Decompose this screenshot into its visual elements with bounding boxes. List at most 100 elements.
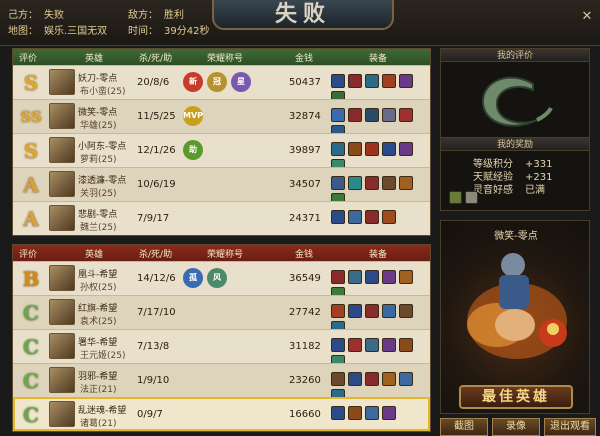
hero-avatar[interactable] [49, 69, 75, 95]
equipment-icon[interactable] [399, 74, 413, 88]
map-value: 娱乐.三国无双 [44, 26, 108, 37]
player-name: 羽邪-希望 [78, 372, 118, 382]
equipment-icon[interactable] [399, 338, 413, 352]
equipment-icon[interactable] [382, 304, 396, 318]
equipment-icon[interactable] [331, 108, 345, 122]
col-honor: 荣耀称号 [207, 250, 244, 260]
equipment-icon[interactable] [348, 176, 362, 190]
gold-value: 24371 [289, 213, 321, 224]
best-hero-title: 最佳英雄 [459, 385, 573, 409]
assist-honor-icon[interactable]: 助 [183, 140, 203, 160]
equipment-icon[interactable] [331, 406, 345, 420]
honor-titles: MVP [183, 106, 207, 128]
kda-value: 20/8/6 [137, 77, 170, 88]
equipment-icon[interactable] [331, 142, 345, 156]
player-row[interactable]: SS 微笑-零点 华雄(25) 11/5/25 MVP 32874 [13, 99, 430, 139]
equipment-icon[interactable] [365, 406, 379, 420]
equipment-icon[interactable] [348, 210, 362, 224]
equipment-icon[interactable] [348, 338, 362, 352]
equipment-icon[interactable] [382, 372, 396, 386]
mvp-icon[interactable]: MVP [183, 106, 203, 126]
equipment-icon[interactable] [348, 108, 362, 122]
equipment-icon[interactable] [382, 270, 396, 284]
equipment-icon[interactable] [365, 108, 379, 122]
equipment-icon[interactable] [348, 304, 362, 318]
equipment-icon[interactable] [365, 338, 379, 352]
equipment-icon[interactable] [365, 304, 379, 318]
equipment-icon[interactable] [348, 406, 362, 420]
player-row[interactable]: A 漆透濂-零点 关羽(25) 10/6/19 34507 [13, 167, 430, 207]
replay-button[interactable]: 录像 [492, 418, 540, 436]
player-row[interactable]: B 凰斗-希望 孙权(25) 14/12/6 孤风 36549 [13, 261, 430, 301]
hero-avatar[interactable] [49, 333, 75, 359]
equipment-icon[interactable] [399, 108, 413, 122]
player-row[interactable]: C 红旗-希望 袁术(25) 7/17/10 27742 [13, 295, 430, 335]
equipment-icon[interactable] [365, 74, 379, 88]
equipment-icon[interactable] [365, 176, 379, 190]
equipment-icon[interactable] [399, 372, 413, 386]
lone-honor-icon[interactable]: 孤 [183, 268, 203, 288]
equipment-icon[interactable] [399, 270, 413, 284]
equipment-icon[interactable] [365, 210, 379, 224]
result-header: 己方： 失败 敌方： 胜利 地图： 娱乐.三国无双 时间： 39分42秒 失败 ✕ [0, 0, 600, 46]
equipment-icon[interactable] [382, 406, 396, 420]
grade-badge: B [22, 267, 40, 291]
col-equip: 装备 [369, 250, 388, 260]
player-row[interactable]: A 悲剧-零点 魏兰(25) 7/9/17 24371 [13, 201, 430, 235]
player-row[interactable]: S 小阿东-零点 萝莉(25) 12/1/26 助 39897 [13, 133, 430, 173]
team-a-table: 评价 英雄 杀/死/助 荣耀称号 金钱 装备 S 妖刀-零点 布小蛮(25) 2… [12, 48, 431, 236]
equipment-icon[interactable] [399, 176, 413, 190]
hero-avatar[interactable] [49, 137, 75, 163]
star-honor-icon[interactable]: 星 [231, 72, 251, 92]
player-row[interactable]: C 署华-希望 王元姬(25) 7/13/8 31182 [13, 329, 430, 369]
player-row[interactable]: C 乱迷魂-希望 诸葛(21) 0/9/7 16660 [13, 397, 430, 431]
equipment-icon[interactable] [331, 304, 345, 318]
equipment-icon[interactable] [331, 176, 345, 190]
equipment-icon[interactable] [348, 372, 362, 386]
hero-avatar[interactable] [49, 205, 75, 231]
equipment-icon[interactable] [348, 270, 362, 284]
hero-name: 布小蛮(25) [80, 87, 126, 97]
hero-avatar[interactable] [49, 103, 75, 129]
player-row[interactable]: C 羽邪-希望 法正(21) 1/9/10 23260 [13, 363, 430, 403]
equipment-icon[interactable] [331, 74, 345, 88]
grade-badge: C [23, 301, 39, 325]
equipment-icon[interactable] [365, 372, 379, 386]
equipment-icon[interactable] [348, 74, 362, 88]
equipment-icon[interactable] [382, 74, 396, 88]
equipment-icon[interactable] [399, 304, 413, 318]
crown-honor-icon[interactable]: 冠 [207, 72, 227, 92]
equipment-icon[interactable] [382, 142, 396, 156]
exit-watch-button[interactable]: 退出观看 [544, 418, 596, 436]
hero-avatar[interactable] [49, 265, 75, 291]
equipment-icon[interactable] [348, 142, 362, 156]
enemy-side-label: 敌方： [128, 10, 158, 21]
reward-item-icon[interactable] [449, 191, 462, 204]
equipment-icon[interactable] [399, 142, 413, 156]
equipment-icon[interactable] [365, 270, 379, 284]
screenshot-button[interactable]: 截图 [440, 418, 488, 436]
hero-avatar[interactable] [49, 401, 75, 427]
own-side-label: 己方： [8, 10, 38, 21]
equipment-icon[interactable] [382, 210, 396, 224]
gold-value: 34507 [289, 179, 321, 190]
hero-avatar[interactable] [49, 299, 75, 325]
equipment-icon[interactable] [382, 338, 396, 352]
equipment-icon[interactable] [382, 108, 396, 122]
wind-honor-icon[interactable]: 风 [207, 268, 227, 288]
time-label: 时间： [128, 26, 158, 37]
equipment-icon[interactable] [331, 210, 345, 224]
grade-badge: A [23, 173, 39, 197]
team-b-header: 评价 英雄 杀/死/助 荣耀称号 金钱 装备 [13, 245, 430, 261]
new-honor-icon[interactable]: 新 [183, 72, 203, 92]
equipment-icon[interactable] [331, 270, 345, 284]
close-icon[interactable]: ✕ [580, 10, 594, 24]
hero-avatar[interactable] [49, 171, 75, 197]
reward-item-icon[interactable] [465, 191, 478, 204]
equipment-icon[interactable] [331, 372, 345, 386]
equipment-icon[interactable] [331, 338, 345, 352]
equipment-icon[interactable] [382, 176, 396, 190]
hero-avatar[interactable] [49, 367, 75, 393]
player-row[interactable]: S 妖刀-零点 布小蛮(25) 20/8/6 新冠星 50437 [13, 65, 430, 105]
equipment-icon[interactable] [365, 142, 379, 156]
